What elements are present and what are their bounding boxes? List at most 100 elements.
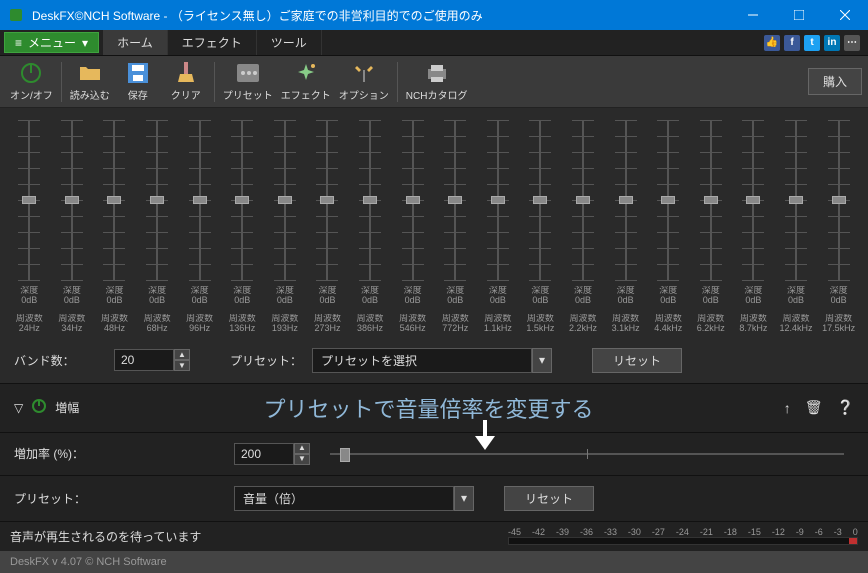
band-down-button[interactable]: ▼ — [174, 360, 190, 371]
eq-slider[interactable] — [582, 120, 584, 280]
eq-freq-label: 周波数 — [647, 314, 690, 324]
eq-slider[interactable] — [667, 120, 669, 280]
eq-depth-value: 0dB — [434, 296, 477, 306]
meter-tick: -15 — [748, 527, 761, 537]
eq-depth-value: 0dB — [817, 296, 860, 306]
eq-depth-value: 0dB — [51, 296, 94, 306]
collapse-icon[interactable]: ▽ — [14, 401, 23, 415]
catalog-button[interactable]: NCHカタログ — [402, 58, 472, 106]
eq-slider[interactable] — [113, 120, 115, 280]
eq-depth-label: 深度 — [136, 286, 179, 296]
eq-freq-label: 周波数 — [562, 314, 605, 324]
eq-slider[interactable] — [412, 120, 414, 280]
gain-input[interactable] — [234, 443, 294, 465]
eq-slider[interactable] — [71, 120, 73, 280]
gain-down-button[interactable]: ▼ — [294, 454, 310, 465]
section-header: ▽ 増幅 プリセットで音量倍率を変更する ↑ 🗑 ❔ — [0, 383, 868, 432]
load-button[interactable]: 読み込む — [66, 58, 114, 106]
eq-slider[interactable] — [326, 120, 328, 280]
eq-slider[interactable] — [156, 120, 158, 280]
eq-band: 深度0dB周波数4.4kHz — [647, 120, 690, 334]
eq-freq-label: 周波数 — [477, 314, 520, 324]
eq-band: 深度0dB周波数273Hz — [306, 120, 349, 334]
share-icon[interactable]: ⋯ — [844, 35, 860, 51]
eq-slider[interactable] — [454, 120, 456, 280]
eq-band: 深度0dB周波数17.5kHz — [817, 120, 860, 334]
meter-tick: -21 — [700, 527, 713, 537]
reset2-button[interactable]: リセット — [504, 486, 594, 511]
section-name: 増幅 — [55, 399, 79, 416]
eq-slider[interactable] — [28, 120, 30, 280]
eq-depth-value: 0dB — [732, 296, 775, 306]
eq-band: 深度0dB周波数8.7kHz — [732, 120, 775, 334]
eq-freq-label: 周波数 — [349, 314, 392, 324]
meter-tick: -45 — [508, 527, 521, 537]
menu-label: メニュー — [28, 34, 76, 51]
app-icon — [6, 5, 26, 25]
eq-band: 深度0dB周波数546Hz — [391, 120, 434, 334]
eq-band: 深度0dB周波数1.1kHz — [477, 120, 520, 334]
eq-freq-label: 周波数 — [434, 314, 477, 324]
linkedin-icon[interactable]: in — [824, 35, 840, 51]
eq-band: 深度0dB周波数3.1kHz — [604, 120, 647, 334]
meter-tick: -39 — [556, 527, 569, 537]
twitter-icon[interactable]: t — [804, 35, 820, 51]
eq-band: 深度0dB周波数2.2kHz — [562, 120, 605, 334]
menu-button[interactable]: ≡ メニュー ▾ — [4, 32, 99, 53]
eq-slider[interactable] — [710, 120, 712, 280]
eq-freq-value: 273Hz — [306, 324, 349, 334]
overlay-text: プリセットで音量倍率を変更する — [87, 392, 770, 424]
preset-icon — [236, 61, 260, 85]
titlebar: DeskFX©NCH Software - （ライセンス無し）ご家庭での非営利目… — [0, 0, 868, 30]
facebook-icon[interactable]: f — [784, 35, 800, 51]
eq-depth-value: 0dB — [519, 296, 562, 306]
onoff-button[interactable]: オン/オフ — [6, 58, 57, 106]
preset2-label: プリセット： — [14, 490, 104, 507]
eq-slider[interactable] — [838, 120, 840, 280]
eq-depth-value: 0dB — [136, 296, 179, 306]
tab-effect[interactable]: エフェクト — [168, 30, 257, 55]
option-button[interactable]: オプション — [335, 58, 393, 106]
eq-slider[interactable] — [625, 120, 627, 280]
trash-icon[interactable]: 🗑 — [805, 399, 823, 416]
eq-band: 深度0dB周波数48Hz — [93, 120, 136, 334]
eq-slider[interactable] — [284, 120, 286, 280]
gain-up-button[interactable]: ▲ — [294, 443, 310, 454]
eq-freq-label: 周波数 — [732, 314, 775, 324]
up-arrow-icon[interactable]: ↑ — [784, 400, 791, 416]
effect-button[interactable]: エフェクト — [277, 58, 335, 106]
buy-button[interactable]: 購入 — [808, 68, 862, 95]
save-button[interactable]: 保存 — [114, 58, 162, 106]
tab-home[interactable]: ホーム — [103, 30, 168, 55]
eq-slider[interactable] — [241, 120, 243, 280]
eq-depth-value: 0dB — [349, 296, 392, 306]
eq-depth-value: 0dB — [690, 296, 733, 306]
eq-depth-value: 0dB — [562, 296, 605, 306]
close-button[interactable] — [822, 0, 868, 30]
eq-slider[interactable] — [752, 120, 754, 280]
section-power-icon[interactable] — [31, 398, 47, 417]
eq-slider[interactable] — [497, 120, 499, 280]
help-icon[interactable]: ❔ — [837, 399, 854, 416]
band-up-button[interactable]: ▲ — [174, 349, 190, 360]
minimize-button[interactable] — [730, 0, 776, 30]
gain-slider[interactable] — [330, 445, 844, 463]
eq-slider[interactable] — [795, 120, 797, 280]
preset-button[interactable]: プリセット — [219, 58, 277, 106]
eq-slider[interactable] — [199, 120, 201, 280]
thumbs-up-icon[interactable]: 👍 — [764, 35, 780, 51]
band-count-input[interactable] — [114, 349, 174, 371]
reset-button[interactable]: リセット — [592, 348, 682, 373]
maximize-button[interactable] — [776, 0, 822, 30]
preset2-select[interactable]: 音量（倍） ▾ — [234, 486, 474, 511]
preset-select[interactable]: プリセットを選択 ▾ — [312, 348, 552, 373]
eq-depth-label: 深度 — [732, 286, 775, 296]
eq-slider[interactable] — [539, 120, 541, 280]
eq-slider[interactable] — [369, 120, 371, 280]
clear-button[interactable]: クリア — [162, 58, 210, 106]
eq-freq-value: 4.4kHz — [647, 324, 690, 334]
eq-freq-value: 1.5kHz — [519, 324, 562, 334]
tab-tool[interactable]: ツール — [257, 30, 322, 55]
eq-freq-label: 周波数 — [519, 314, 562, 324]
eq-band: 深度0dB周波数136Hz — [221, 120, 264, 334]
